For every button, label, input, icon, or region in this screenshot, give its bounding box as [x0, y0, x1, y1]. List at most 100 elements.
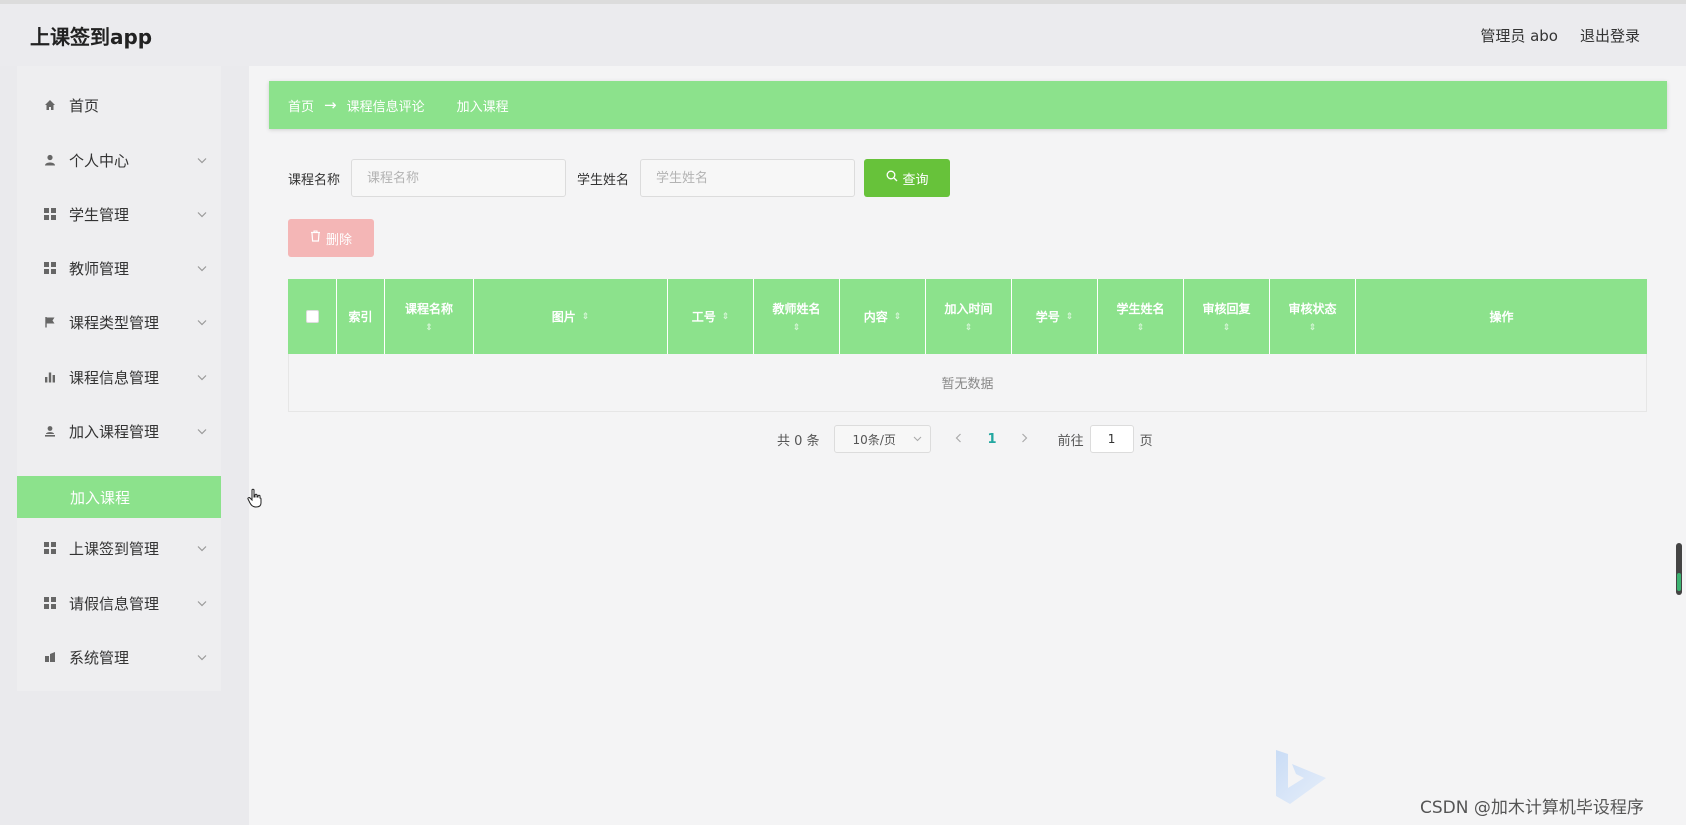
page-size-value: 10条/页: [852, 432, 896, 447]
grid-icon: [41, 597, 59, 609]
sort-icon[interactable]: ⇕: [722, 312, 730, 322]
sidebar-item-label: 学生管理: [69, 205, 130, 224]
query-button-label: 查询: [902, 172, 929, 188]
home-icon: [41, 99, 59, 111]
column-header-label: 操作: [1489, 310, 1514, 324]
column-header-label: 教师姓名: [772, 302, 821, 316]
user-stamp-icon: [41, 425, 59, 437]
scrollbar-thumb[interactable]: [1676, 543, 1682, 595]
sidebar-item-join-course-management[interactable]: 加入课程管理: [17, 404, 221, 458]
query-button[interactable]: 查询: [864, 159, 951, 197]
column-header-label: 学号: [1035, 310, 1060, 324]
column-header-label: 加入时间: [944, 302, 993, 316]
sort-icon[interactable]: ⇕: [793, 323, 801, 333]
breadcrumb: 首页 → 课程信息评论 加入课程: [269, 81, 1667, 129]
column-header-label: 索引: [348, 310, 373, 324]
page-number-current[interactable]: 1: [988, 432, 997, 447]
column-header-label: 图片: [551, 310, 576, 324]
goto-page-input[interactable]: [1089, 425, 1134, 453]
delete-button[interactable]: 删除: [288, 219, 374, 257]
select-all-checkbox[interactable]: [305, 310, 319, 323]
page-size-select[interactable]: 10条/页: [833, 425, 931, 453]
bar-chart-icon: [41, 371, 59, 383]
sidebar-item-student-management[interactable]: 学生管理: [17, 187, 221, 241]
sidebar-item-course-type-management[interactable]: 课程类型管理: [17, 295, 221, 349]
sort-icon[interactable]: ⇕: [965, 323, 973, 333]
breadcrumb-level2: 加入课程: [456, 99, 509, 115]
sidebar-item-system-management[interactable]: 系统管理: [17, 630, 221, 684]
sort-icon[interactable]: ⇕: [582, 312, 590, 322]
chevron-down-icon: [197, 371, 207, 384]
prev-page-icon[interactable]: [955, 431, 962, 447]
column-header-student-name[interactable]: 学生姓名 ⇕: [1098, 279, 1184, 354]
pagination-total: 共 0 条: [777, 433, 820, 449]
sidebar-subitem-join-course[interactable]: 加入课程: [17, 476, 221, 518]
chevron-down-icon: [197, 154, 207, 167]
chevron-down-icon: [197, 262, 207, 275]
column-header-join-time[interactable]: 加入时间 ⇕: [926, 279, 1012, 354]
sidebar-menu: 首页 个人中心 学生管理 教师管理 课程类型管理 课程信息管理 加入课程管理 加…: [17, 66, 221, 691]
table-empty-state: 暂无数据: [288, 354, 1647, 412]
header-right: 管理员 abo 退出登录: [1480, 25, 1640, 46]
sidebar-item-label: 课程类型管理: [69, 313, 160, 332]
top-header: 上课签到app 管理员 abo 退出登录: [0, 0, 1686, 66]
sort-icon[interactable]: ⇕: [425, 323, 433, 333]
next-page-icon[interactable]: [1021, 431, 1028, 447]
data-table: 索引 课程名称 ⇕ 图片 ⇕ 工号 ⇕ 教师姓名 ⇕ 内容 ⇕ 加入时间 ⇕ 学…: [288, 279, 1647, 412]
select-all-cell: [288, 279, 337, 354]
sidebar-item-checkin-management[interactable]: 上课签到管理: [17, 521, 221, 575]
user-icon: [41, 154, 59, 166]
grid-icon: [41, 262, 59, 274]
chevron-down-icon: [197, 597, 207, 610]
table-header: 索引 课程名称 ⇕ 图片 ⇕ 工号 ⇕ 教师姓名 ⇕ 内容 ⇕ 加入时间 ⇕ 学…: [288, 279, 1647, 354]
sort-icon[interactable]: ⇕: [1309, 323, 1317, 333]
sidebar-item-label: 加入课程管理: [69, 422, 160, 441]
sidebar-item-teacher-management[interactable]: 教师管理: [17, 241, 221, 295]
sort-icon[interactable]: ⇕: [894, 312, 902, 322]
settings-icon: [41, 651, 59, 663]
goto-label: 前往: [1057, 433, 1084, 449]
flag-icon: [41, 316, 59, 328]
sidebar-item-label: 个人中心: [69, 151, 130, 170]
course-name-input[interactable]: [351, 159, 567, 197]
breadcrumb-level1[interactable]: 课程信息评论: [347, 96, 425, 115]
sort-icon[interactable]: ⇕: [1223, 323, 1231, 333]
column-header-teacher-name[interactable]: 教师姓名 ⇕: [754, 279, 840, 354]
sidebar-item-home[interactable]: 首页: [17, 78, 221, 132]
column-header-label: 工号: [691, 310, 716, 324]
watermark: CSDN @加木计算机毕设程序: [1420, 798, 1644, 818]
column-header-course-name[interactable]: 课程名称 ⇕: [385, 279, 474, 354]
search-icon: [886, 170, 898, 186]
student-name-input[interactable]: [640, 159, 856, 197]
column-header-index: 索引: [337, 279, 385, 354]
course-name-label: 课程名称: [288, 172, 341, 188]
sort-icon[interactable]: ⇕: [1137, 323, 1145, 333]
pagination: 共 0 条 10条/页 1 前往 页: [777, 425, 1153, 453]
sort-icon[interactable]: ⇕: [1066, 312, 1074, 322]
column-header-label: 审核状态: [1288, 302, 1337, 316]
sidebar-item-leave-management[interactable]: 请假信息管理: [17, 576, 221, 630]
sidebar-item-label: 首页: [69, 96, 100, 115]
grid-icon: [41, 208, 59, 220]
sidebar-item-label: 系统管理: [69, 648, 130, 667]
column-header-staff-id[interactable]: 工号 ⇕: [668, 279, 754, 354]
chevron-up-icon: [197, 425, 207, 438]
sidebar-item-label: 上课签到管理: [69, 539, 160, 558]
sidebar-item-course-info-management[interactable]: 课程信息管理: [17, 350, 221, 404]
column-header-image[interactable]: 图片 ⇕: [474, 279, 668, 354]
column-header-review-reply[interactable]: 审核回复 ⇕: [1184, 279, 1270, 354]
breadcrumb-home[interactable]: 首页: [288, 96, 314, 115]
column-header-label: 审核回复: [1202, 302, 1251, 316]
sidebar-item-personal-center[interactable]: 个人中心: [17, 133, 221, 187]
logout-link[interactable]: 退出登录: [1580, 25, 1640, 46]
chevron-down-icon: [197, 542, 207, 555]
arrow-right-icon: →: [324, 96, 337, 114]
column-header-label: 内容: [863, 310, 888, 324]
sidebar-item-label: 课程信息管理: [69, 368, 160, 387]
column-header-review-status[interactable]: 审核状态 ⇕: [1270, 279, 1356, 354]
column-header-student-id[interactable]: 学号 ⇕: [1012, 279, 1098, 354]
bing-logo-icon: [1274, 748, 1336, 814]
column-header-content[interactable]: 内容 ⇕: [840, 279, 926, 354]
trash-icon: [310, 230, 321, 246]
sidebar: 首页 个人中心 学生管理 教师管理 课程类型管理 课程信息管理 加入课程管理 加…: [0, 66, 249, 825]
